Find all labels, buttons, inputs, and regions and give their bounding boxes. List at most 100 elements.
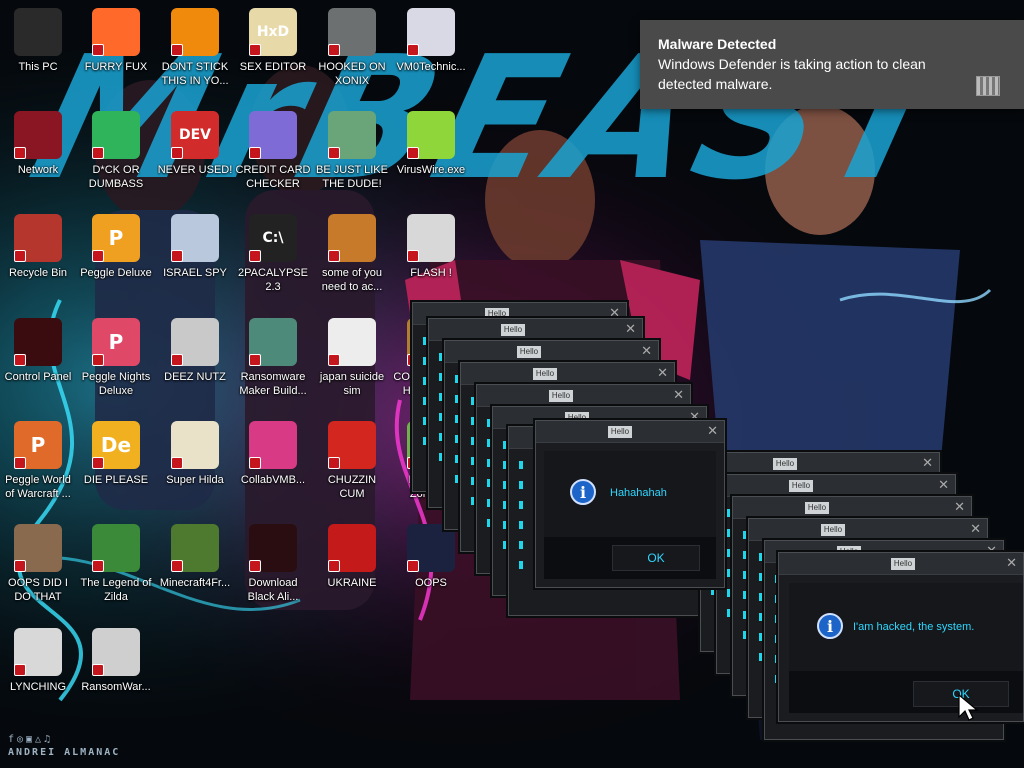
desktop-shortcut-label: The Legend of Zilda	[80, 577, 152, 603]
desktop-shortcut[interactable]: some of you need to ac...	[314, 210, 390, 306]
xonix-game-icon	[328, 8, 376, 56]
desktop-shortcut[interactable]: CHUZZIN CUM	[314, 417, 390, 513]
close-icon[interactable]: ✕	[673, 387, 684, 403]
desktop-shortcut[interactable]: The Legend of Zilda	[78, 520, 154, 616]
desktop-shortcut-label: DEEZ NUTZ	[164, 371, 226, 383]
desktop-shortcut[interactable]: DEV NEVER USED!	[157, 107, 233, 203]
shortcut-arrow-icon	[92, 354, 104, 366]
shortcut-arrow-icon	[407, 250, 419, 262]
desktop-shortcut-label: VM0Technic...	[396, 61, 466, 73]
close-icon[interactable]: ✕	[641, 343, 652, 359]
desktop-shortcut[interactable]: This PC	[0, 4, 76, 100]
close-icon[interactable]: ✕	[922, 455, 933, 471]
desktop-shortcut-label: BE JUST LIKE THE DUDE!	[316, 164, 388, 190]
close-icon[interactable]: ✕	[625, 321, 636, 337]
close-icon[interactable]: ✕	[707, 423, 718, 439]
desktop-shortcut[interactable]: LYNCHING	[0, 624, 76, 720]
desktop-shortcut[interactable]: De DIE PLEASE	[78, 417, 154, 513]
desktop-shortcut-label: UKRAINE	[327, 577, 377, 589]
desktop-shortcut[interactable]: HOOKED ON XONIX	[314, 4, 390, 100]
dialog-titlebar[interactable]: Hello ✕	[701, 453, 939, 475]
cyan-edge-decoration	[471, 397, 475, 507]
desktop-shortcut[interactable]: P Peggle Deluxe	[78, 210, 154, 306]
desktop-shortcut[interactable]: UKRAINE	[314, 520, 390, 616]
shortcut-arrow-icon	[407, 560, 419, 572]
desktop-shortcut-label: Peggle Nights Deluxe	[81, 371, 151, 397]
dialog-titlebar[interactable]: Hello ✕	[733, 497, 971, 519]
close-icon[interactable]: ✕	[938, 477, 949, 493]
desktop-shortcut[interactable]: OOPS	[393, 520, 469, 616]
dialog-titlebar[interactable]: Hello ✕	[536, 421, 724, 443]
dialog-titlebar[interactable]: Hello ✕	[461, 363, 674, 385]
shortcut-arrow-icon	[328, 560, 340, 572]
desktop-shortcut[interactable]: P Peggle Nights Deluxe	[78, 314, 154, 410]
desktop-shortcut[interactable]: D*CK OR DUMBASS	[78, 107, 154, 203]
desktop-shortcut-label: OOPS DID I DO THAT	[8, 577, 68, 603]
dialog-title: Hello	[789, 480, 813, 492]
dialog-title: Hello	[533, 368, 557, 380]
desktop-shortcut[interactable]: Network	[0, 107, 76, 203]
shortcut-arrow-icon	[328, 147, 340, 159]
mouse-pointer-icon	[958, 693, 979, 721]
ok-button[interactable]: OK	[612, 545, 700, 571]
artist-signature: ANDREI ALMANAC	[8, 747, 121, 758]
desktop-shortcut[interactable]: Recycle Bin	[0, 210, 76, 306]
network-orb-icon	[14, 111, 62, 159]
malware-toast-notification[interactable]: Malware Detected Windows Defender is tak…	[640, 20, 1024, 109]
message-dialog-main[interactable]: Hello ✕ i Hahahahah OK	[535, 420, 725, 588]
shortcut-arrow-icon	[171, 147, 183, 159]
close-icon[interactable]: ✕	[1006, 555, 1017, 571]
document-icon	[328, 318, 376, 366]
cyan-edge-decoration	[455, 375, 459, 485]
desktop-shortcut[interactable]: CollabVMB...	[235, 417, 311, 513]
shortcut-arrow-icon	[171, 354, 183, 366]
lime-icon	[407, 111, 455, 159]
close-icon[interactable]: ✕	[657, 365, 668, 381]
desktop-shortcut[interactable]: OOPS DID I DO THAT	[0, 520, 76, 616]
desktop-shortcut[interactable]: VM0Technic...	[393, 4, 469, 100]
shortcut-arrow-icon	[92, 147, 104, 159]
dialog-titlebar[interactable]: Hello ✕	[717, 475, 955, 497]
desktop-shortcut[interactable]: C:\ 2PACALYPSE 2.3	[235, 210, 311, 306]
desktop-shortcut[interactable]: Download Black Ali...	[235, 520, 311, 616]
dialog-titlebar[interactable]: Hello ✕	[779, 553, 1023, 575]
desktop-shortcut[interactable]: CREDIT CARD CHECKER	[235, 107, 311, 203]
app-window-icon	[249, 318, 297, 366]
desktop-shortcut[interactable]: Minecraft4Fr...	[157, 520, 233, 616]
desktop-shortcut[interactable]: DONT STICK THIS IN YO...	[157, 4, 233, 100]
desktop-shortcut[interactable]: ISRAEL SPY	[157, 210, 233, 306]
dialog-title: Hello	[773, 458, 797, 470]
desktop-shortcut[interactable]: VirusWire.exe	[393, 107, 469, 203]
desktop-shortcut[interactable]: japan suicide sim	[314, 314, 390, 410]
desktop-shortcut[interactable]: RansomWar...	[78, 624, 154, 720]
cyan-edge-decoration	[519, 461, 523, 571]
desktop-shortcut[interactable]: FLASH !	[393, 210, 469, 306]
desktop-shortcut-label: NEVER USED!	[157, 164, 233, 176]
shortcut-arrow-icon	[328, 250, 340, 262]
dialog-titlebar[interactable]: Hello ✕	[749, 519, 987, 541]
dialog-titlebar[interactable]: Hello ✕	[477, 385, 690, 407]
desktop-shortcut-label: Download Black Ali...	[247, 577, 299, 603]
desktop-shortcut[interactable]: HxD SEX EDITOR	[235, 4, 311, 100]
desktop-shortcut-label: SEX EDITOR	[239, 61, 307, 73]
desktop-shortcut[interactable]: Ransomware Maker Build...	[235, 314, 311, 410]
wallpaper-signature: f◎▣△♫ ANDREI ALMANAC	[8, 733, 120, 759]
dialog-titlebar[interactable]: Hello ✕	[445, 341, 658, 363]
desktop-shortcut[interactable]: Control Panel	[0, 314, 76, 410]
close-icon[interactable]: ✕	[970, 521, 981, 537]
message-dialog-second[interactable]: Hello ✕ i I'am hacked, the system. OK	[778, 552, 1024, 722]
close-icon[interactable]: ✕	[954, 499, 965, 515]
desktop-shortcut-label: DONT STICK THIS IN YO...	[161, 61, 229, 87]
desktop-shortcut-label: HOOKED ON XONIX	[318, 61, 386, 87]
chuzzle-icon	[328, 421, 376, 469]
desktop-shortcut[interactable]: FURRY FUX	[78, 4, 154, 100]
desktop-shortcut-label: D*CK OR DUMBASS	[88, 164, 144, 190]
desktop-shortcut[interactable]: P Peggle World of Warcraft ...	[0, 417, 76, 513]
desktop-shortcut-label: OOPS	[415, 577, 447, 589]
desktop-shortcut[interactable]: BE JUST LIKE THE DUDE!	[314, 107, 390, 203]
desktop-shortcut[interactable]: Super Hilda	[157, 417, 233, 513]
dialog-titlebar[interactable]: Hello ✕	[429, 319, 642, 341]
shortcut-arrow-icon	[92, 664, 104, 676]
desktop-shortcut-label: Ransomware Maker Build...	[239, 371, 307, 397]
desktop-shortcut[interactable]: DEEZ NUTZ	[157, 314, 233, 410]
